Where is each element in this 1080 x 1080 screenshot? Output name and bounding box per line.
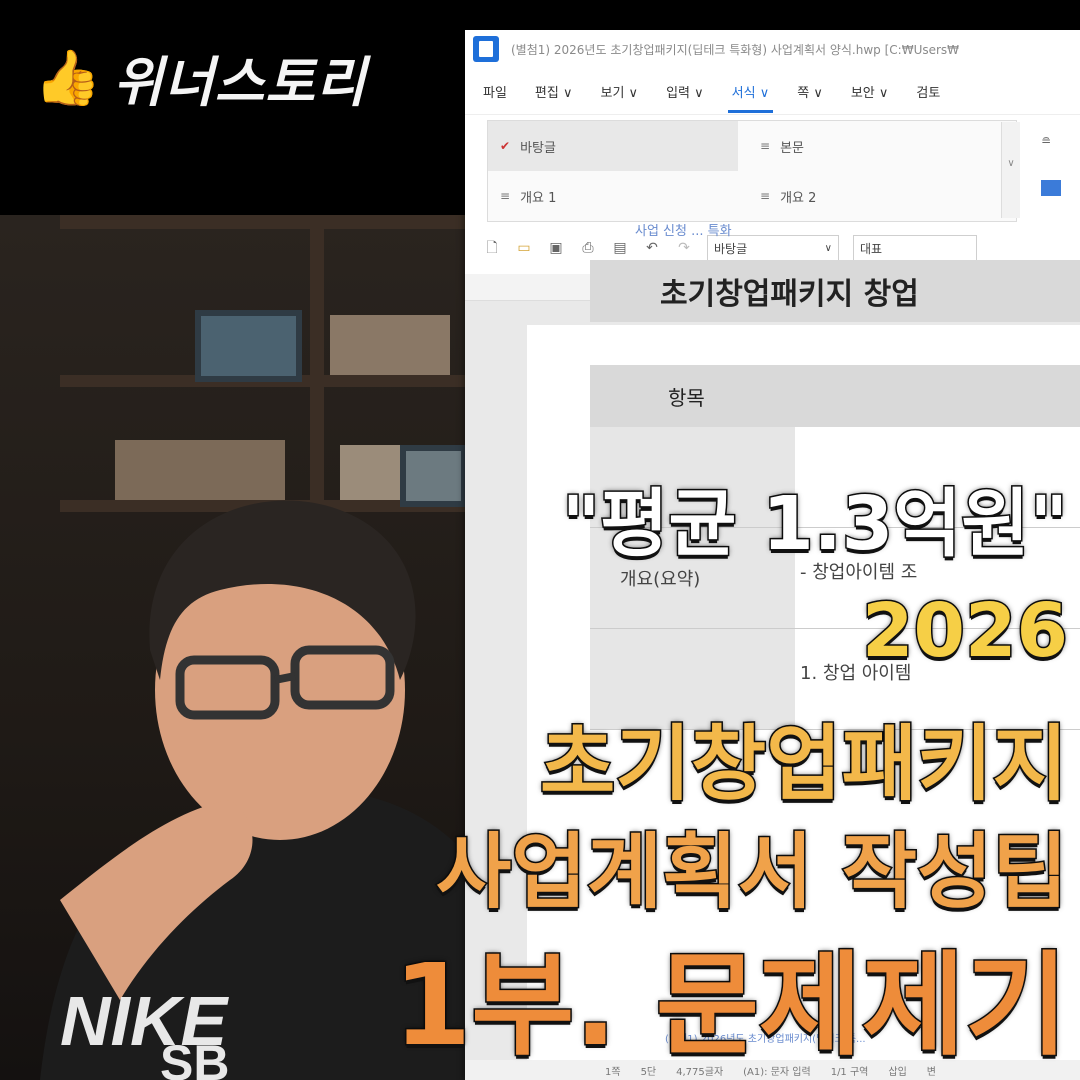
- menu-format[interactable]: 서식 ∨: [727, 82, 773, 113]
- style-lines-icon: ≡: [500, 189, 511, 203]
- photo-frame: [195, 310, 302, 382]
- style-item-label: 본문: [780, 140, 804, 156]
- menu-view[interactable]: 보기 ∨: [601, 82, 639, 101]
- style-item-label: 바탕글: [520, 140, 556, 156]
- hwp-app-icon: [473, 36, 499, 62]
- brand-name: 위너스토리: [113, 51, 367, 114]
- style-item-batang[interactable]: ✔ 바탕글: [488, 121, 738, 171]
- style-item-label: 개요 1: [520, 190, 557, 206]
- style-lines-icon: ≡: [760, 139, 771, 153]
- menu-review[interactable]: 검토: [916, 82, 940, 101]
- save-icon[interactable]: ▣: [547, 239, 565, 257]
- headline-quote: "평균 1.3억원": [560, 480, 1069, 569]
- open-folder-icon[interactable]: ▭: [515, 239, 533, 257]
- new-document-icon[interactable]: 🗋: [483, 239, 501, 257]
- side-tools: ≘: [1033, 126, 1073, 216]
- menu-edit[interactable]: 편집 ∨: [535, 82, 573, 101]
- menu-page[interactable]: 쪽 ∨: [797, 82, 823, 101]
- style-item-label: 개요 2: [780, 190, 817, 206]
- thumbs-up-icon: 👍: [34, 45, 102, 109]
- style-gallery-scrollbar[interactable]: ∨: [1001, 122, 1020, 218]
- style-lines-icon: ≡: [760, 189, 771, 203]
- menu-file[interactable]: 파일: [483, 82, 507, 101]
- menu-insert[interactable]: 입력 ∨: [666, 82, 704, 101]
- menu-security[interactable]: 보안 ∨: [851, 82, 889, 101]
- headline-year: 2026: [861, 587, 1070, 676]
- style-item-body[interactable]: ≡ 본문: [748, 121, 998, 171]
- spacing-icon[interactable]: ≘: [1041, 134, 1061, 154]
- table-header: 항목: [590, 365, 1080, 427]
- menu-bar: 파일 편집 ∨ 보기 ∨ 입력 ∨ 서식 ∨ 쪽 ∨ 보안 ∨ 검토: [465, 68, 1080, 115]
- preview-icon[interactable]: ▤: [611, 239, 629, 257]
- headline-part: 1부. 문제제기: [392, 940, 1070, 1073]
- window-title: (별첨1) 2026년도 초기창업패키지(딥테크 특화형) 사업계획서 양식.h…: [511, 42, 960, 57]
- style-check-icon: ✔: [500, 139, 511, 153]
- headline-topic: 사업계획서 작성팁: [434, 824, 1069, 922]
- style-item-outline-2[interactable]: ≡ 개요 2: [748, 171, 998, 221]
- books: [330, 315, 450, 375]
- print-icon[interactable]: ⎙: [579, 239, 597, 257]
- document-banner: 사업 신청 ... 특화: [635, 224, 732, 239]
- style-item-outline-1[interactable]: ≡ 개요 1: [488, 171, 738, 221]
- channel-brand: 👍 위너스토리: [34, 38, 367, 117]
- headline-program: 초기창업패키지: [538, 716, 1069, 814]
- folder-icon[interactable]: [1041, 180, 1061, 196]
- svg-text:SB: SB: [160, 1035, 229, 1080]
- style-gallery: ✔ 바탕글 ≡ 본문 ≡ 개요 1 ≡ 개요 2: [487, 120, 1017, 222]
- title-bar: (별첨1) 2026년도 초기창업패키지(딥테크 특화형) 사업계획서 양식.h…: [465, 30, 1080, 68]
- bookshelf: [60, 215, 470, 229]
- chevron-down-icon[interactable]: ∨: [1002, 158, 1020, 169]
- document-heading: 초기창업패키지 창업: [590, 260, 1080, 322]
